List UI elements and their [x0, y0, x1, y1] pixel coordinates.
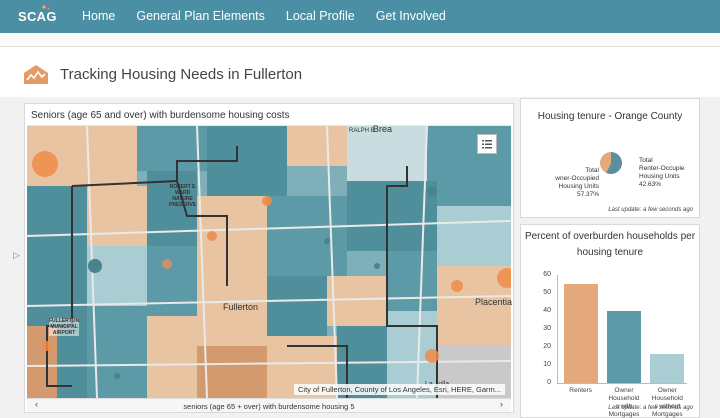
y-tick-label: 30	[543, 325, 551, 332]
map-label-ralph-b: RALPH B	[349, 128, 375, 134]
map-canvas[interactable]: Brea Fullerton Placentia RALPH B La Joll…	[26, 124, 513, 399]
map-pager-label: seniors (age 65 + over) with burdensome …	[183, 402, 355, 411]
map-label-airport: FULLERTON MUNICIPAL AIRPORT	[49, 318, 80, 336]
map-label-fullerton: Fullerton	[223, 302, 259, 312]
y-tick-label: 20	[543, 343, 551, 350]
main-nav: Home General Plan Elements Local Profile…	[82, 9, 446, 23]
legend-toggle-button[interactable]	[477, 134, 497, 154]
bar-0[interactable]	[563, 284, 598, 383]
bar-1[interactable]	[607, 311, 641, 383]
housing-tenure-panel: Housing tenure - Orange County Total wne…	[520, 98, 700, 218]
logo-text: SCAG	[18, 9, 57, 24]
y-tick-label: 40	[543, 307, 551, 314]
category-label: Owner Household s without Mortgages	[651, 387, 683, 418]
y-tick-label: 50	[543, 289, 551, 296]
list-icon	[482, 139, 492, 148]
y-axis-line	[557, 275, 558, 383]
map-title: Seniors (age 65 and over) with burdensom…	[27, 106, 511, 126]
map-label-nature-preserve: ROBERT E WARD NATURE PRESERVE	[169, 184, 197, 208]
y-tick-label: 0	[547, 379, 551, 386]
nav-local-profile[interactable]: Local Profile	[286, 9, 355, 23]
sub-bar	[0, 33, 720, 47]
renter-occupied-label: Total Renter-Occupie Housing Units 42.63…	[639, 157, 685, 188]
next-page-icon[interactable]: ›	[500, 399, 503, 409]
scag-logo[interactable]: SCAG	[18, 4, 57, 24]
bar-2[interactable]	[650, 354, 685, 383]
owner-occupied-label: Total wner-Occupied Housing Units 57.37%	[555, 167, 599, 198]
prev-page-icon[interactable]: ‹	[35, 399, 38, 409]
house-chart-icon	[24, 65, 48, 84]
overburden-panel: Percent of overburden households per hou…	[520, 224, 700, 418]
choropleth-map[interactable]	[26, 125, 513, 399]
overburden-updated: Last update: a few seconds ago	[608, 405, 693, 411]
overburden-title-line2: housing tenure	[576, 247, 644, 258]
map-attribution: City of Fullerton, County of Los Angeles…	[294, 384, 505, 395]
map-label-brea: Brea	[373, 124, 393, 134]
map-label-placentia: Placentia	[475, 297, 513, 307]
nav-home[interactable]: Home	[82, 9, 115, 23]
top-nav-bar: SCAG Home General Plan Elements Local Pr…	[0, 0, 720, 33]
tenure-updated: Last update: a few seconds ago	[608, 207, 693, 213]
page-header: Tracking Housing Needs in Fullerton	[0, 47, 720, 97]
map-panel: Seniors (age 65 and over) with burdensom…	[24, 103, 514, 413]
tenure-pie-chart	[600, 152, 622, 174]
y-tick-label: 60	[543, 271, 551, 278]
sidebar-expand-icon[interactable]: ▷	[13, 250, 20, 261]
map-pager: seniors (age 65 + over) with burdensome …	[27, 398, 511, 412]
tenure-title: Housing tenure - Orange County	[537, 111, 683, 122]
x-axis-line	[557, 383, 687, 384]
nav-general-plan-elements[interactable]: General Plan Elements	[136, 9, 265, 23]
y-tick-label: 10	[543, 361, 551, 368]
overburden-title-line1: Percent of overburden households per	[524, 231, 696, 242]
category-label: Renters	[569, 387, 593, 394]
page-title: Tracking Housing Needs in Fullerton	[60, 66, 303, 83]
logo-sparkle-icon	[42, 4, 50, 10]
category-label: Owner Household s with Mortgages	[608, 387, 640, 418]
nav-get-involved[interactable]: Get Involved	[376, 9, 446, 23]
